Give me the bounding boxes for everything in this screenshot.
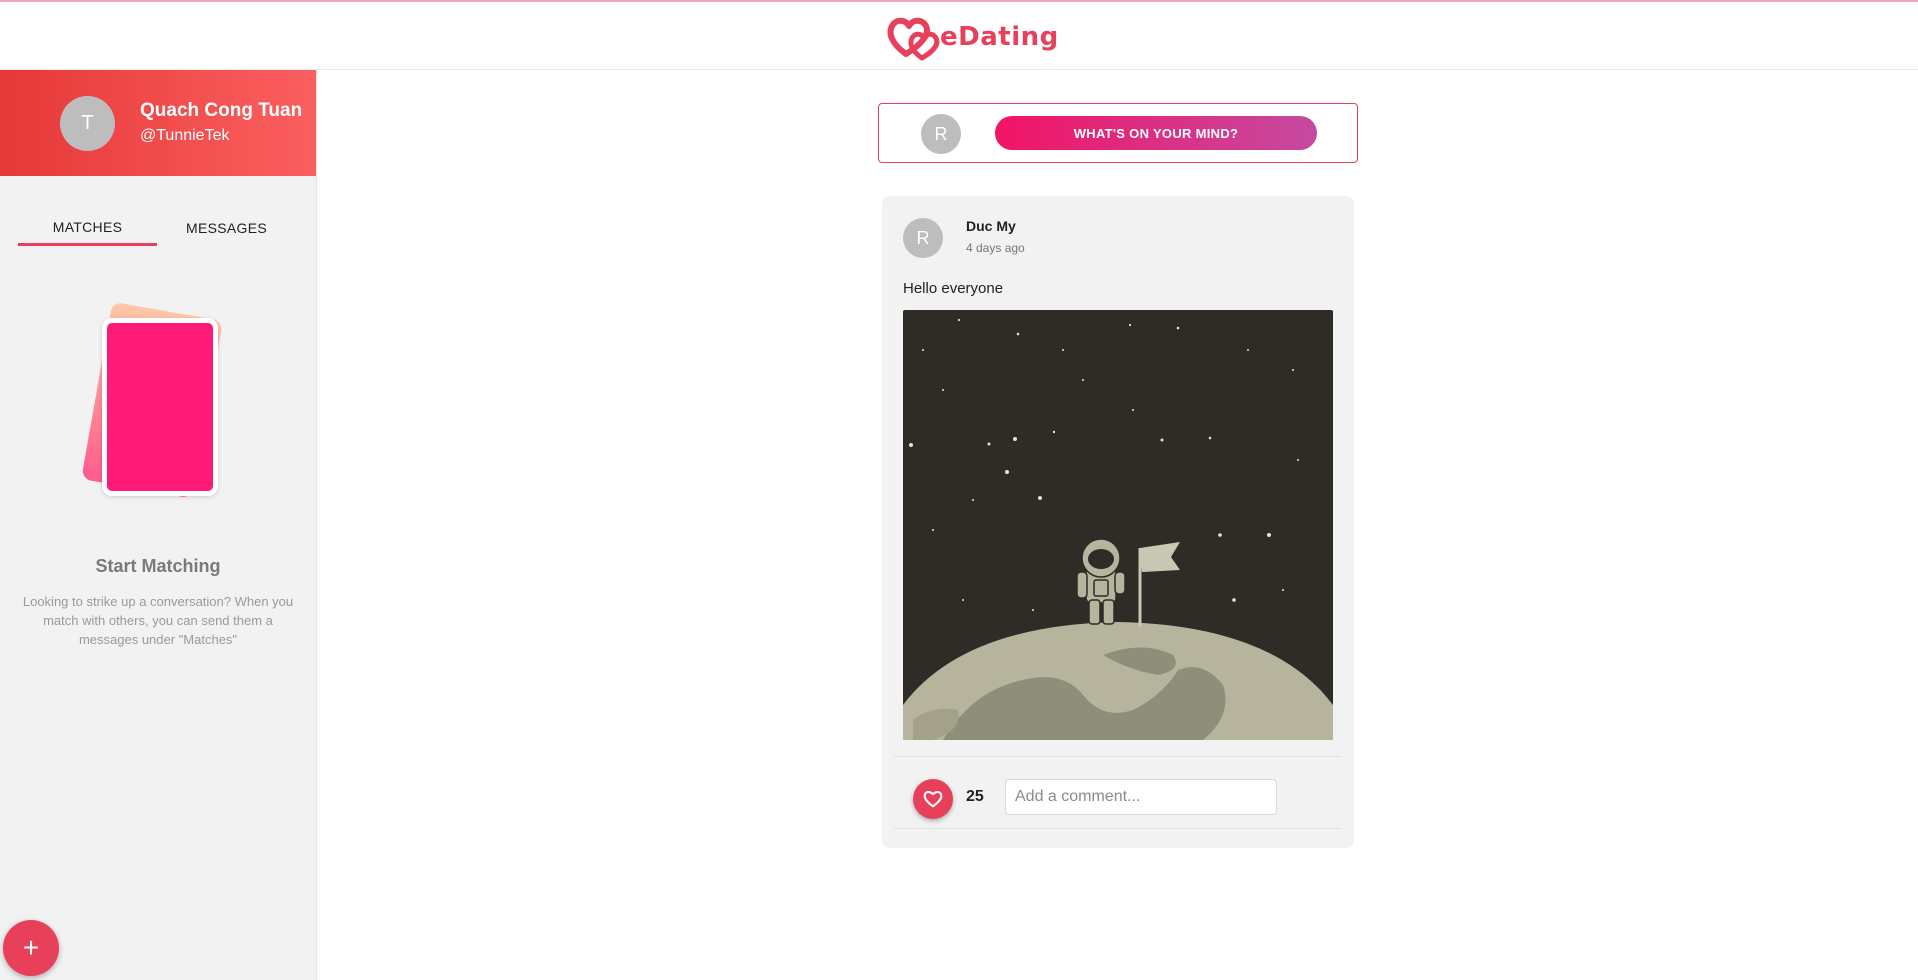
profile-handle: @TunnieTek xyxy=(140,127,230,144)
top-header: eDating xyxy=(0,2,1918,70)
post-card: R Duc My 4 days ago Hello everyone 25 Ad… xyxy=(882,196,1354,848)
double-heart-icon xyxy=(887,17,940,61)
post-divider-top xyxy=(894,756,1342,757)
card-front xyxy=(102,318,218,496)
astronaut-on-moon-illustration xyxy=(903,310,1333,740)
sidebar-tabs: MATCHES MESSAGES xyxy=(18,210,298,246)
like-button[interactable] xyxy=(913,779,953,819)
post-author-avatar[interactable]: R xyxy=(903,218,943,258)
post-text: Hello everyone xyxy=(903,280,1004,297)
post-composer: R WHAT'S ON YOUR MIND? xyxy=(878,103,1358,163)
whats-on-your-mind-button[interactable]: WHAT'S ON YOUR MIND? xyxy=(995,116,1317,150)
profile-header[interactable]: T Quach Cong Tuan @TunnieTek xyxy=(0,70,316,176)
user-avatar[interactable]: T xyxy=(60,96,115,151)
heart-icon xyxy=(923,791,943,808)
add-button[interactable]: + xyxy=(3,920,59,976)
post-divider-bottom xyxy=(894,828,1342,829)
post-image[interactable] xyxy=(903,310,1333,740)
like-count: 25 xyxy=(966,788,984,805)
composer-avatar[interactable]: R xyxy=(921,114,961,154)
brand-logo[interactable]: eDating xyxy=(886,12,1059,62)
tab-messages[interactable]: MESSAGES xyxy=(157,210,296,246)
post-timestamp: 4 days ago xyxy=(966,241,1025,255)
sidebar: T Quach Cong Tuan @TunnieTek MATCHES MES… xyxy=(0,70,317,980)
comment-input[interactable] xyxy=(1005,779,1277,815)
profile-name: Quach Cong Tuan xyxy=(140,100,303,121)
post-author[interactable]: Duc My xyxy=(966,218,1016,234)
empty-state-title: Start Matching xyxy=(95,556,221,576)
matching-cards-illustration xyxy=(81,301,242,506)
brand-name: eDating xyxy=(940,22,1059,52)
empty-state-description: Looking to strike up a conversation? Whe… xyxy=(22,594,294,647)
tab-matches[interactable]: MATCHES xyxy=(18,210,157,246)
